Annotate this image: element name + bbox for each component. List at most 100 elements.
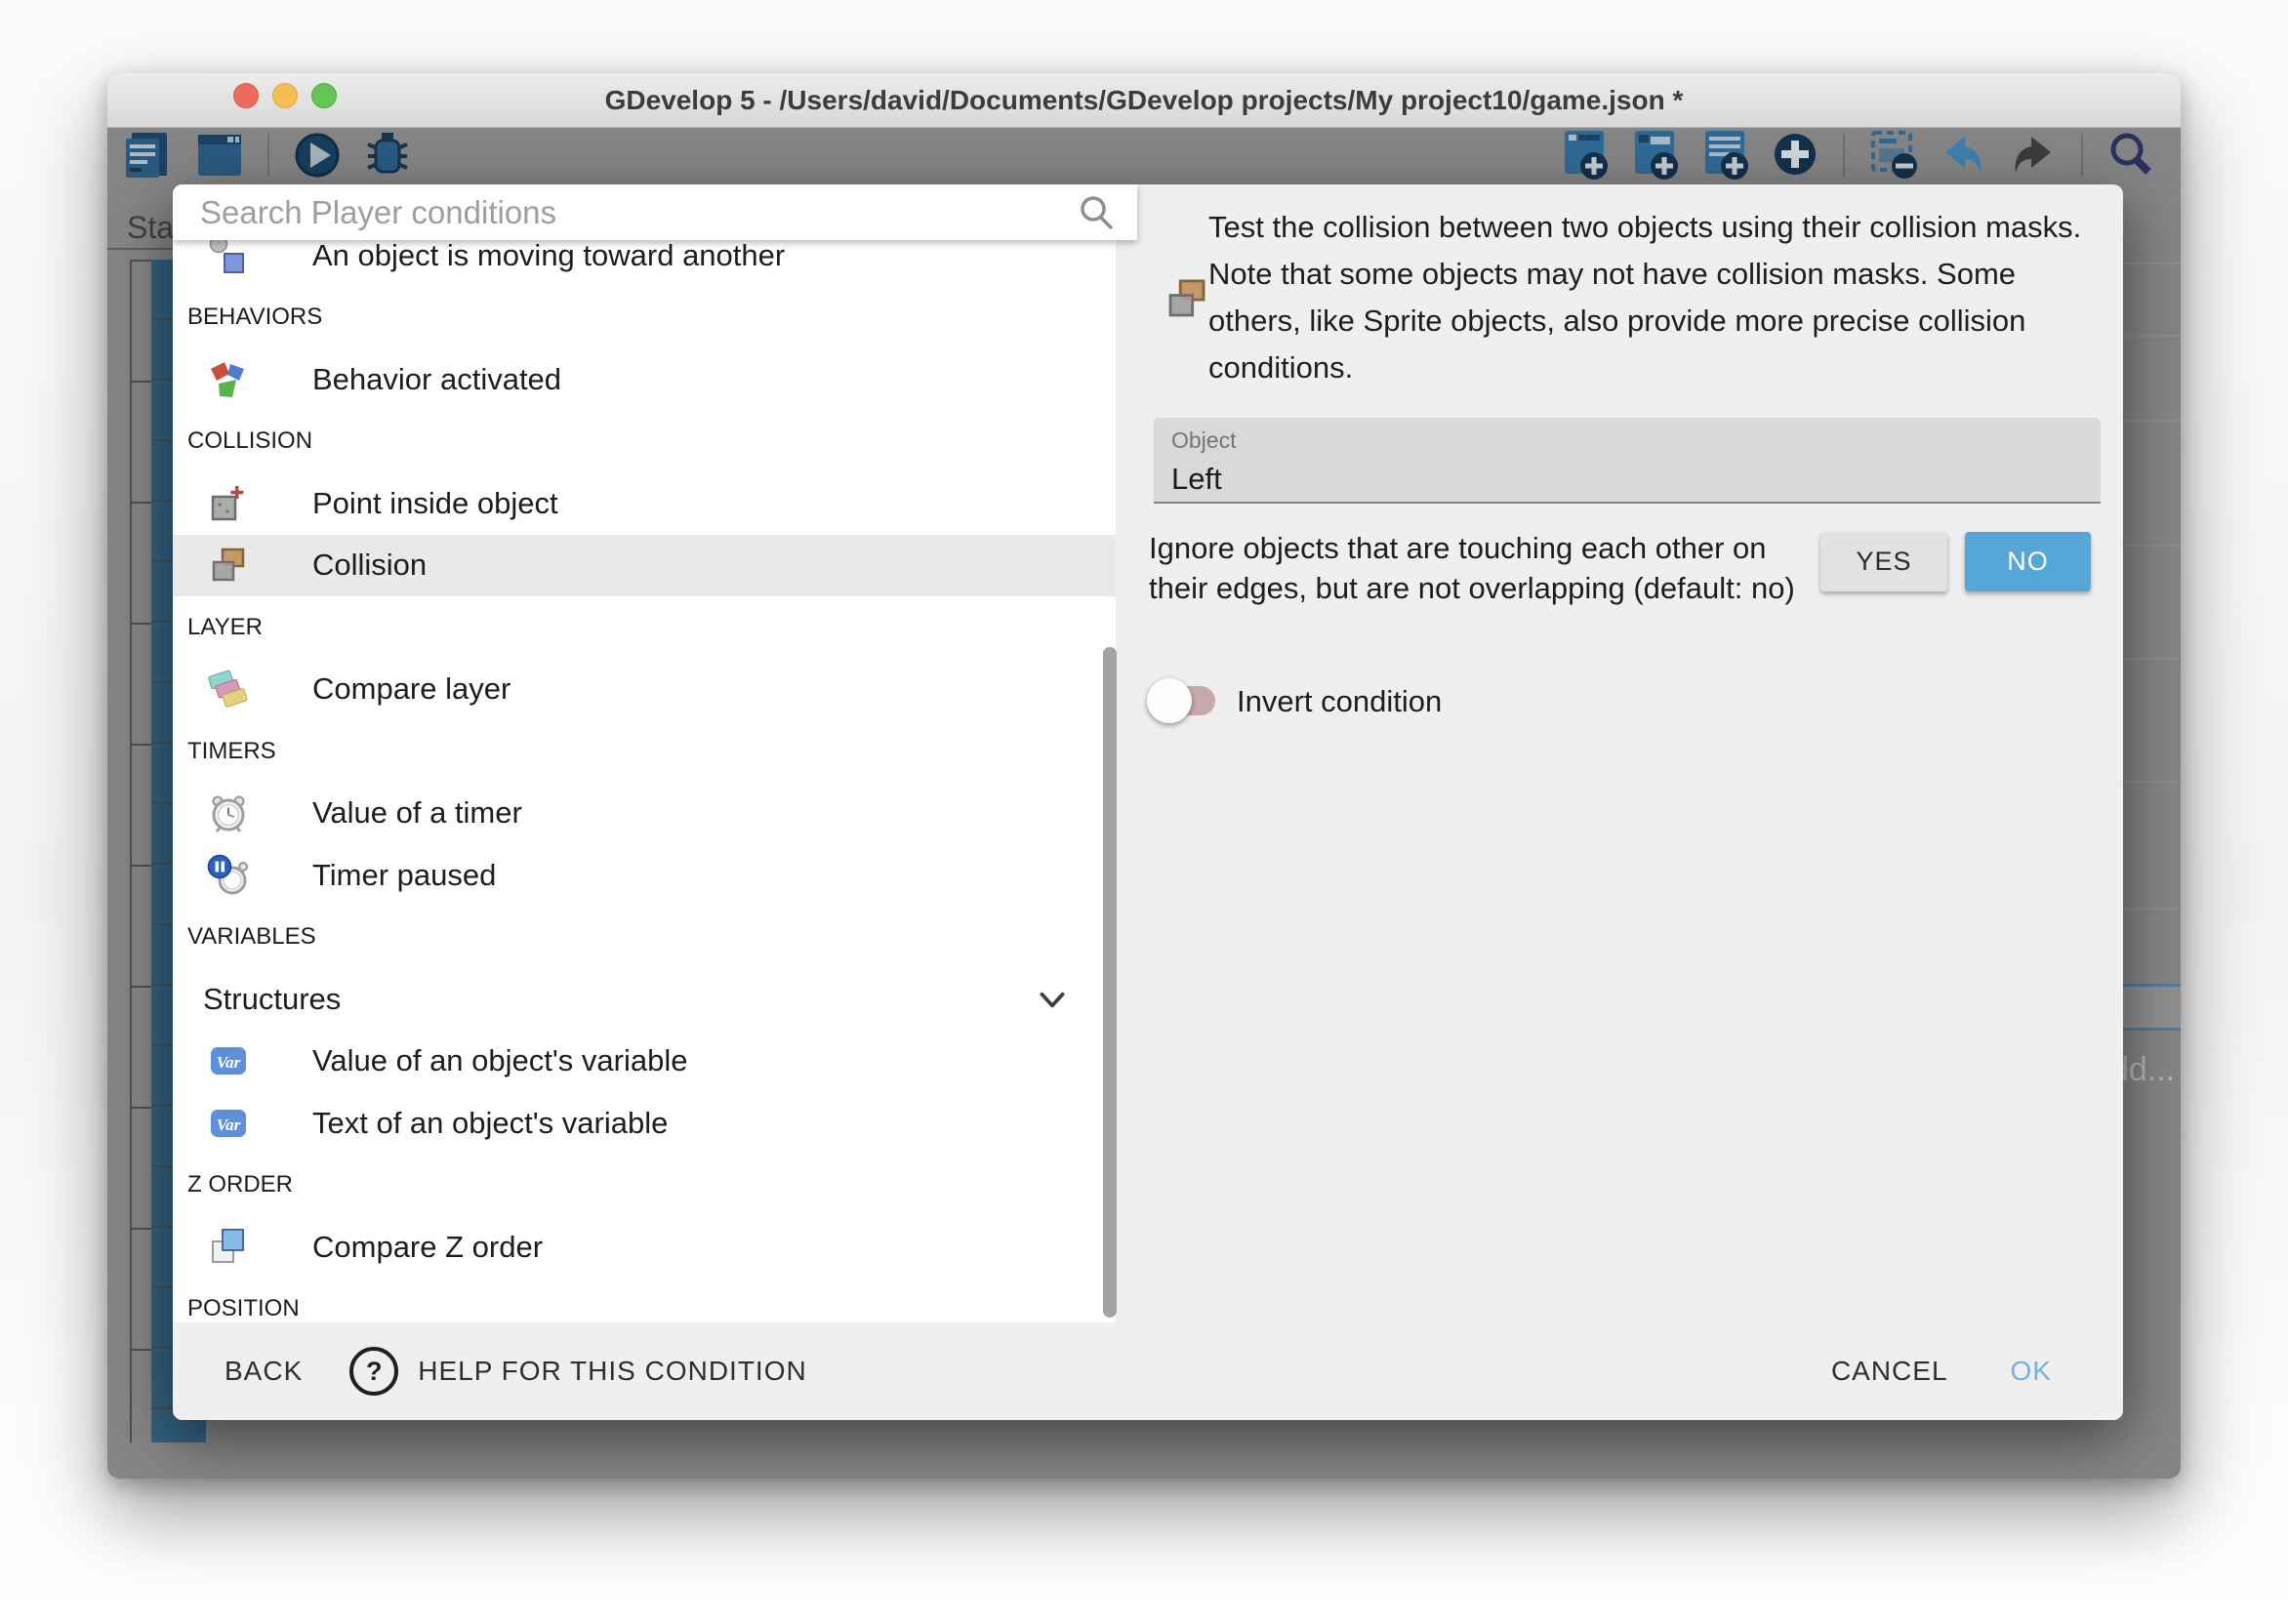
object-field[interactable]: Object Left	[1154, 418, 2101, 504]
collision-icon	[206, 543, 251, 588]
add-external-layout-icon[interactable]	[1696, 129, 1753, 182]
add-scene-icon[interactable]	[1556, 129, 1613, 182]
label: Z ORDER	[187, 1171, 293, 1198]
condition-item-an-object-is-moving-toward-another[interactable]: An object is moving toward another	[173, 240, 1116, 287]
label: Behavior activated	[312, 362, 561, 397]
section-header-z-order: Z ORDER	[173, 1155, 1116, 1217]
background-row-divider	[2118, 908, 2179, 910]
object-field-value: Left	[1171, 462, 2101, 497]
section-header-behaviors: BEHAVIORS	[173, 287, 1116, 349]
condition-item-text-of-an-object-s-variable[interactable]: Var Text of an object's variable	[173, 1092, 1116, 1155]
label: POSITION	[187, 1295, 300, 1322]
ok-button[interactable]: OK	[2005, 1355, 2058, 1388]
minimize-button[interactable]	[272, 83, 298, 108]
add-external-events-icon[interactable]	[1626, 129, 1683, 182]
toolbar-separator	[2081, 134, 2083, 177]
toolbar-separator	[267, 134, 269, 177]
svg-text:Var: Var	[217, 1053, 241, 1072]
description-line: Test the collision between two objects u…	[1208, 204, 2081, 251]
condition-item-point-inside-object[interactable]: Point inside object	[173, 472, 1116, 535]
redo-icon[interactable]	[2005, 129, 2062, 182]
invert-condition-label: Invert condition	[1237, 684, 1442, 719]
toolbar-separator	[1843, 134, 1845, 177]
collision-icon	[1162, 273, 1212, 324]
remove-event-icon[interactable]	[1864, 129, 1921, 182]
condition-description: Test the collision between two objects u…	[1208, 204, 2081, 391]
label: Collision	[312, 548, 427, 583]
debug-icon[interactable]	[359, 129, 416, 182]
add-resource-icon[interactable]	[1767, 129, 1823, 182]
condition-list: An object is moving toward another BEHAVI…	[173, 240, 1116, 1322]
label: Value of a timer	[312, 795, 522, 831]
behavior-icon	[206, 357, 251, 402]
section-header-collision: COLLISION	[173, 411, 1116, 473]
label: Structures	[203, 982, 341, 1017]
no-button[interactable]: NO	[1965, 532, 2091, 591]
label: Compare Z order	[312, 1230, 543, 1265]
project-manager-icon[interactable]	[121, 129, 178, 182]
search-bar	[173, 184, 1137, 240]
section-header-position: POSITION	[173, 1279, 1116, 1323]
cancel-button[interactable]: CANCEL	[1825, 1355, 1954, 1388]
zorder-icon	[206, 1225, 251, 1270]
timer-paused-icon	[206, 853, 251, 898]
help-icon[interactable]: ?	[349, 1347, 398, 1396]
label: An object is moving toward another	[312, 240, 785, 273]
condition-item-compare-layer[interactable]: Compare layer	[173, 659, 1116, 721]
back-button[interactable]: BACK	[219, 1355, 308, 1388]
search-icon	[1077, 193, 1116, 232]
section-header-timers: TIMERS	[173, 720, 1116, 783]
help-button[interactable]: HELP FOR THIS CONDITION	[412, 1355, 812, 1388]
label: Compare layer	[312, 671, 511, 707]
search-icon[interactable]	[2103, 129, 2159, 182]
chevron-down-icon	[1036, 983, 1069, 1016]
zoom-button[interactable]	[311, 83, 337, 108]
condition-item-collision[interactable]: Collision	[173, 535, 1116, 597]
description-line: others, like Sprite objects, also provid…	[1208, 298, 2081, 345]
condition-item-compare-z-order[interactable]: Compare Z order	[173, 1216, 1116, 1279]
label: Value of an object's variable	[312, 1043, 687, 1078]
variable-icon: Var	[206, 1038, 251, 1083]
move-toward-icon	[206, 240, 251, 278]
condition-item-timer-paused[interactable]: Timer paused	[173, 844, 1116, 907]
condition-item-behavior-activated[interactable]: Behavior activated	[173, 348, 1116, 411]
undo-icon[interactable]	[1935, 129, 1991, 182]
yes-button[interactable]: YES	[1820, 532, 1947, 591]
toolbar-right	[1556, 129, 2159, 182]
variable-icon: Var	[206, 1101, 251, 1146]
dialog-footer: BACK ? HELP FOR THIS CONDITION CANCEL OK	[173, 1322, 2123, 1420]
background-row-divider	[2118, 658, 2179, 660]
condition-item-structures[interactable]: Structures	[173, 968, 1116, 1031]
condition-item-value-of-a-timer[interactable]: Value of a timer	[173, 783, 1116, 845]
ignore-edges-line: their edges, but are not overlapping (de…	[1149, 568, 1795, 608]
list-scrollbar-thumb[interactable]	[1103, 647, 1117, 1318]
background-row-divider	[2118, 335, 2179, 337]
label: Text of an object's variable	[312, 1106, 668, 1141]
background-row-divider	[2118, 420, 2179, 422]
background-tab-label: Sta	[127, 210, 174, 246]
invert-condition-toggle-knob[interactable]	[1147, 678, 1192, 723]
background-tab-underline	[107, 248, 173, 250]
section-header-variables: VARIABLES	[173, 907, 1116, 969]
description-line: conditions.	[1208, 345, 2081, 391]
background-row-divider	[2118, 545, 2179, 547]
label: TIMERS	[187, 738, 276, 765]
point-inside-icon	[206, 481, 251, 526]
object-field-label: Object	[1171, 427, 2101, 454]
ignore-edges-label: Ignore objects that are touching each ot…	[1149, 528, 1795, 608]
window-title: GDevelop 5 - /Users/david/Documents/GDev…	[605, 85, 1684, 116]
close-button[interactable]	[233, 83, 259, 108]
label: LAYER	[187, 614, 263, 641]
label: BEHAVIORS	[187, 304, 322, 331]
section-header-layer: LAYER	[173, 596, 1116, 659]
play-icon[interactable]	[289, 129, 346, 182]
condition-item-value-of-an-object-s-variable[interactable]: Var Value of an object's variable	[173, 1031, 1116, 1093]
window-titlebar[interactable]: GDevelop 5 - /Users/david/Documents/GDev…	[107, 73, 2181, 128]
svg-text:Var: Var	[217, 1116, 241, 1134]
scene-editor-icon[interactable]	[191, 129, 248, 182]
gdevelop-window: Sta dd... GDevelop 5 - /Users/david/Docu…	[107, 73, 2181, 1479]
toolbar-left	[121, 129, 416, 182]
search-input[interactable]	[173, 184, 1077, 240]
background-row-divider	[2118, 781, 2179, 783]
background-row-divider	[2118, 263, 2179, 264]
